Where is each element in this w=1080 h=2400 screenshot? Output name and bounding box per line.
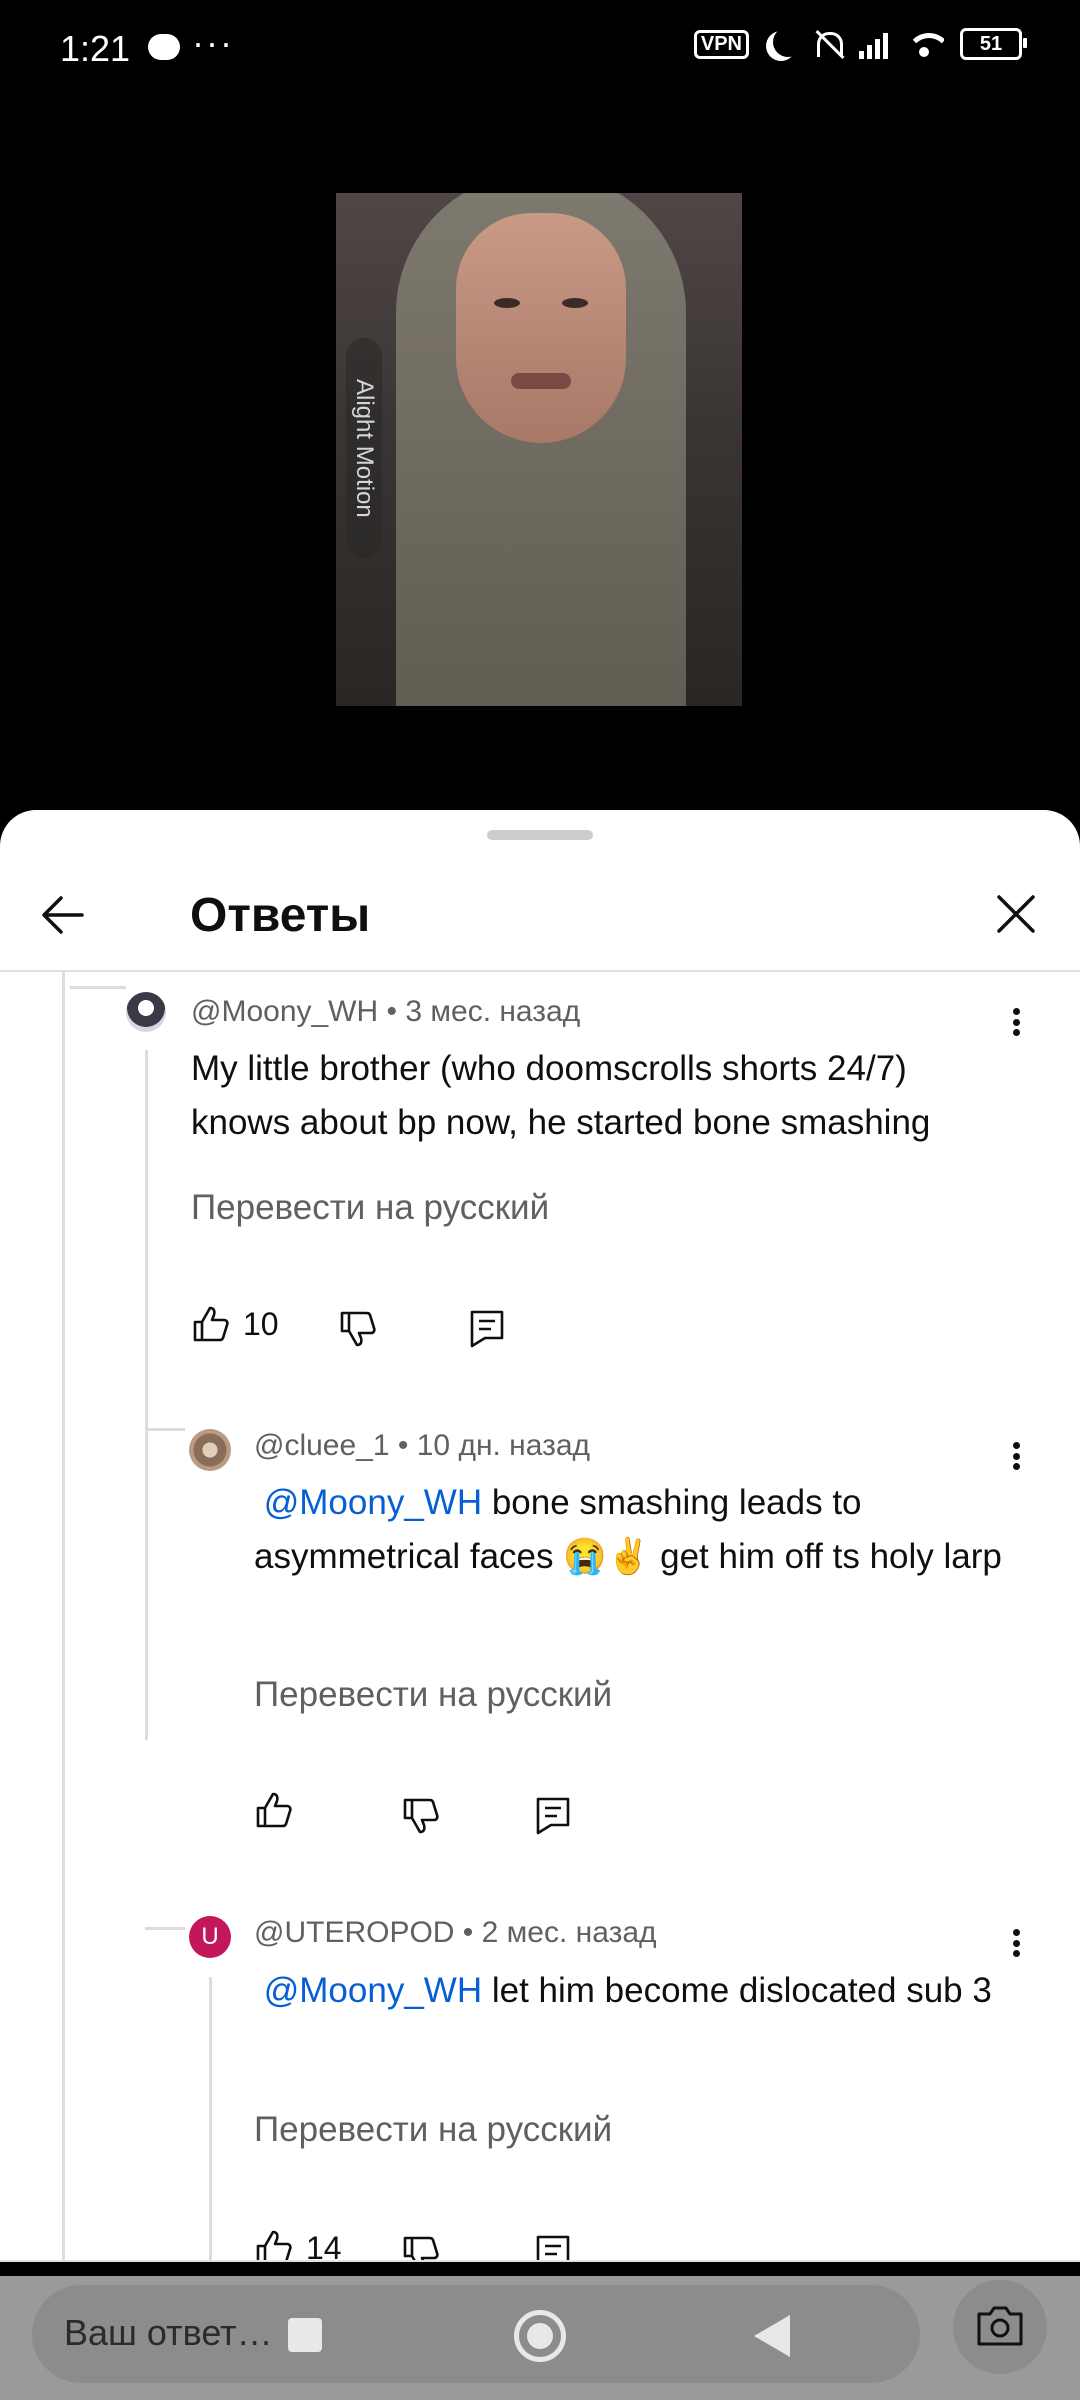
comment-body: let him become dislocated sub 3 (491, 1971, 992, 2010)
nav-recents-icon[interactable] (288, 2318, 322, 2352)
thread-connector (70, 986, 126, 989)
avatar[interactable]: U (189, 1916, 231, 1958)
nav-back-icon[interactable] (754, 2315, 790, 2357)
do-not-disturb-icon (773, 27, 803, 57)
thumb-up-icon (193, 1306, 229, 1342)
comment-author[interactable]: @cluee_1 (254, 1429, 390, 1462)
more-options-icon[interactable] (996, 1436, 1036, 1476)
sheet-title: Ответы (190, 889, 371, 942)
translate-link[interactable]: Перевести на русский (254, 1675, 612, 1715)
video-preview[interactable]: Alight Motion (336, 193, 742, 706)
camera-button[interactable] (953, 2280, 1047, 2374)
replies-sheet: Ответы @Moony_WH • 3 мес. назад My littl… (0, 810, 1080, 2262)
muted-bell-icon (811, 28, 843, 60)
mention-link[interactable]: @Moony_WH (264, 1971, 482, 2010)
vpn-icon: VPN (693, 29, 749, 59)
comment-text: My little brother (who doomscrolls short… (191, 1049, 931, 1142)
video-figure-mouth (511, 373, 571, 389)
reply-icon[interactable] (535, 2234, 571, 2262)
video-watermark: Alight Motion (346, 338, 382, 558)
status-bar: 1:21 ··· VPN 51 (0, 0, 1080, 100)
like-count: 14 (306, 2229, 342, 2263)
avatar[interactable] (189, 1429, 231, 1471)
mention-link[interactable]: @Moony_WH (264, 1483, 482, 1522)
more-options-icon[interactable] (996, 1002, 1036, 1042)
comment-author[interactable]: @Moony_WH (191, 995, 378, 1028)
close-icon[interactable] (996, 894, 1036, 934)
reply-icon[interactable] (469, 1309, 505, 1349)
battery-icon: 51 (960, 28, 1027, 60)
drag-handle[interactable] (487, 830, 593, 840)
battery-level: 51 (979, 32, 1003, 55)
comment-text: @Moony_WH bone smashing leads to asymmet… (254, 1476, 1014, 1584)
like-button[interactable]: 10 (191, 1304, 279, 1344)
signal-icon (859, 29, 888, 59)
sheet-header: Ответы (0, 850, 1080, 972)
comment-age: 10 дн. назад (416, 1429, 591, 1462)
thumb-up-icon (256, 2230, 292, 2262)
reply-icon[interactable] (535, 1796, 571, 1836)
more-notifications-icon: ··· (192, 22, 234, 63)
arrow-back-icon[interactable] (40, 892, 86, 938)
video-figure-face (456, 213, 626, 443)
comment-author[interactable]: @UTEROPOD (254, 1916, 454, 1949)
status-time: 1:21 (60, 28, 131, 69)
video-figure-eye (494, 298, 520, 308)
translate-link[interactable]: Перевести на русский (191, 1188, 549, 1228)
thread-line (209, 1977, 212, 2262)
like-count: 10 (243, 1305, 279, 1342)
thumb-down-icon[interactable] (338, 1309, 378, 1349)
comment-age: 3 мес. назад (405, 995, 581, 1028)
thumb-up-icon[interactable] (254, 1790, 294, 1830)
video-figure-eye (562, 298, 588, 308)
more-options-icon[interactable] (996, 1923, 1036, 1963)
thread-line (145, 1050, 148, 1740)
divider (0, 2260, 1080, 2262)
camera-icon (977, 2306, 1023, 2346)
thread-connector (145, 1927, 185, 1930)
avatar[interactable] (126, 992, 166, 1032)
wifi-icon (904, 29, 944, 59)
thread-connector (145, 1428, 185, 1431)
thumb-down-icon[interactable] (401, 1796, 441, 1836)
reply-placeholder: Ваш ответ… (64, 2312, 273, 2353)
nav-home-icon[interactable] (514, 2310, 566, 2362)
thumb-down-icon[interactable] (401, 2234, 441, 2262)
like-button[interactable]: 14 (254, 2228, 342, 2262)
chat-notification-icon (148, 34, 180, 60)
comment-age: 2 мес. назад (481, 1916, 657, 1949)
thread-line (62, 972, 65, 2262)
translate-link[interactable]: Перевести на русский (254, 2110, 612, 2150)
comment-text: @Moony_WH let him become dislocated sub … (254, 1964, 1014, 2018)
